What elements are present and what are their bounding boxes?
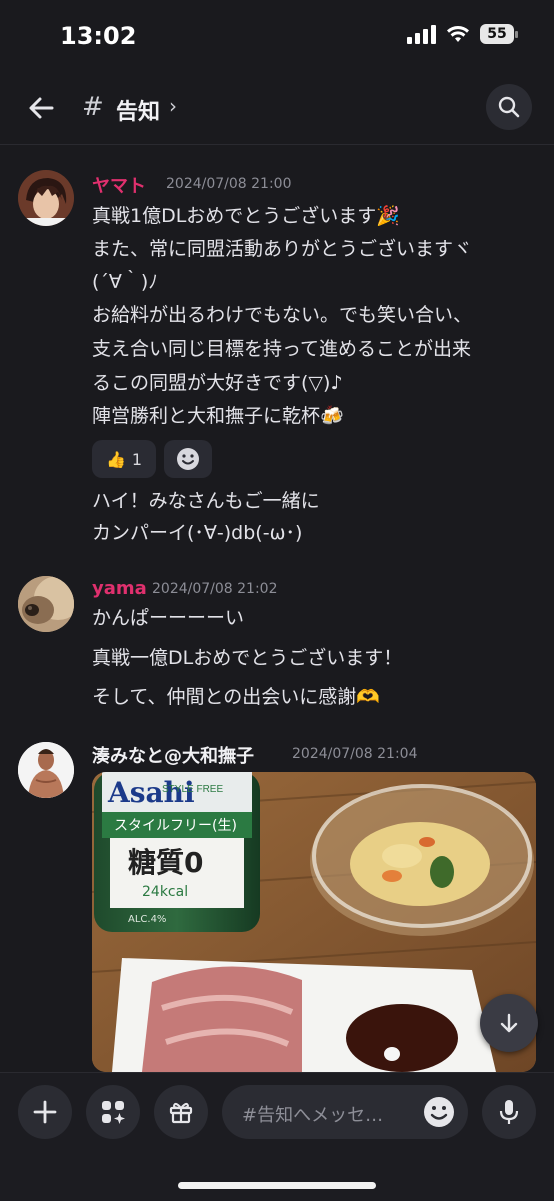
message-timestamp: 2024/07/08 21:02 (152, 581, 278, 597)
channel-title[interactable]: 告知 (116, 94, 160, 126)
wifi-icon (447, 26, 469, 42)
sparkle-apps-icon (102, 1101, 125, 1124)
message-text: 真戦一億DLおめでとうございます！ (92, 647, 403, 669)
plus-icon (33, 1100, 57, 1124)
message-text: そして、仲間との出会いに感謝🫶 (92, 686, 380, 708)
channel-header: # 告知 › (0, 78, 554, 145)
home-indicator (178, 1182, 376, 1189)
thumbs-up-icon: 👍 (105, 449, 126, 469)
gift-button[interactable] (154, 1085, 208, 1139)
message-text: カンパーイ(･∀-)db(-ω･) (92, 522, 303, 544)
voice-message-button[interactable] (482, 1085, 536, 1139)
username[interactable]: ヤマト (92, 172, 146, 198)
battery-icon: 55 (480, 24, 518, 44)
username[interactable]: 湊みなと@大和撫子 (92, 742, 254, 768)
message-text: ハイ！みなさんもご一緒に (92, 490, 320, 512)
message-text: また、常に同盟活動ありがとうございますヾ (92, 238, 473, 260)
message-text: 支え合い同じ目標を持って進めることが出来 (92, 338, 472, 360)
bottle-label-text: STYLE FREE (162, 784, 223, 795)
add-attachment-button[interactable] (18, 1085, 72, 1139)
status-bar: 13:02 55 (0, 0, 554, 78)
scroll-to-bottom-button[interactable] (480, 994, 538, 1052)
avatar[interactable] (18, 742, 74, 798)
message-timestamp: 2024/07/08 21:00 (166, 176, 292, 192)
add-reaction-button[interactable] (164, 440, 212, 478)
add-reaction-icon (177, 448, 199, 470)
back-arrow-icon[interactable] (24, 90, 60, 126)
message-text: るこの同盟が大好きです(▽)♪ (92, 372, 343, 394)
bottle-label-text: 糖質0 (128, 846, 203, 879)
message-timestamp: 2024/07/08 21:04 (292, 746, 418, 762)
username[interactable]: yama (92, 578, 147, 599)
message-text: 真戦1億DLおめでとうございます🎉 (92, 205, 400, 227)
cellular-signal-icon (407, 24, 436, 44)
bottle-label-text: 24kcal (142, 884, 188, 900)
avatar[interactable] (18, 170, 74, 226)
bottle-label-text: スタイルフリー(生) (114, 818, 237, 834)
chevron-right-icon[interactable]: › (169, 94, 177, 118)
message-input-placeholder: #告知へメッセ… (242, 1105, 384, 1126)
message-input[interactable]: #告知へメッセ… (222, 1085, 468, 1139)
status-time: 13:02 (60, 22, 137, 50)
search-icon (498, 96, 520, 118)
emoji-icon[interactable] (422, 1095, 456, 1129)
arrow-down-icon (500, 1013, 518, 1033)
apps-button[interactable] (86, 1085, 140, 1139)
reaction-count: 1 (131, 449, 143, 469)
message-text: (´∀｀)ﾉ (92, 271, 158, 293)
bottle-label-text: ALC.4% (128, 914, 166, 925)
channel-hash-icon: # (82, 92, 104, 122)
message-text: 陣営勝利と大和撫子に乾杯🍻 (92, 405, 344, 427)
message-text: お給料が出るわけでもない。でも笑い合い、 (92, 304, 473, 326)
microphone-icon (499, 1100, 519, 1124)
gift-icon (169, 1102, 193, 1124)
message-text: かんぱーーーーい (92, 607, 245, 629)
search-button[interactable] (486, 84, 532, 130)
avatar[interactable] (18, 576, 74, 632)
reaction-thumbs-up[interactable]: 👍 1 (92, 440, 156, 478)
attached-photo[interactable]: Asahi STYLE FREE スタイルフリー(生) 糖質0 24kcal A… (92, 772, 536, 1072)
